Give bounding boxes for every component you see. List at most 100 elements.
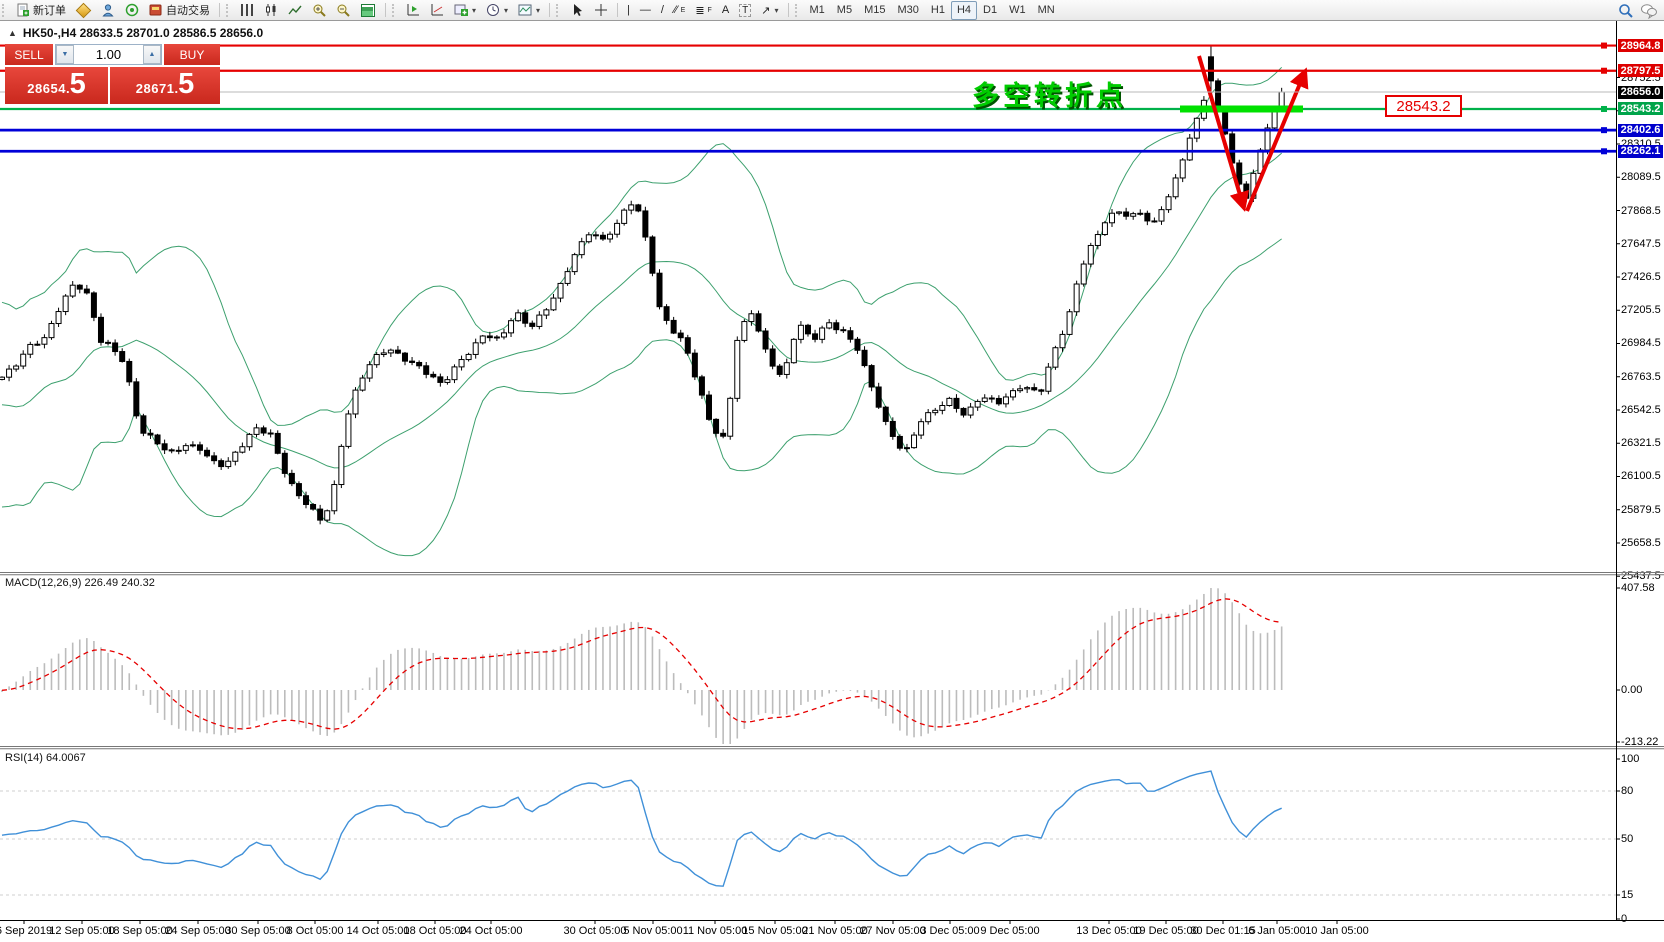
collapse-arrow-icon[interactable]: ▲ (8, 28, 17, 38)
candle-body (586, 235, 591, 242)
periods-button[interactable]: ▾ (481, 1, 513, 20)
bar-chart-button[interactable] (235, 1, 259, 20)
timeframe-W1[interactable]: W1 (1003, 1, 1032, 20)
autotrading-label: 自动交易 (166, 2, 210, 18)
zoom-in-button[interactable] (307, 1, 331, 20)
candle-body (473, 343, 478, 355)
vertical-line-tool[interactable]: | (622, 1, 635, 20)
horizontal-line-icon: — (640, 4, 651, 16)
toolbar-grip[interactable] (2, 4, 7, 17)
trend-arrow[interactable] (1247, 74, 1304, 211)
volume-down-button[interactable]: ▼ (56, 45, 74, 64)
indicators-button[interactable] (401, 1, 425, 20)
candle-body (268, 433, 273, 434)
sell-price-button[interactable]: 28654.5 (5, 67, 108, 104)
chart-annotation-text: 多空转折点 (972, 74, 1127, 113)
candle-body (402, 353, 407, 361)
timeframe-D1[interactable]: D1 (977, 1, 1003, 20)
indicator-windows-button[interactable] (425, 1, 449, 20)
channel-tool[interactable]: ⁄⁄E (669, 1, 690, 20)
symbol-header: ▲ HK50-,H4 28633.5 28701.0 28586.5 28656… (8, 26, 263, 40)
timeframe-M15[interactable]: M15 (858, 1, 891, 20)
sell-button[interactable]: SELL (5, 44, 53, 65)
templates-icon (518, 3, 532, 17)
candle-body (254, 428, 259, 435)
tile-windows-button[interactable] (355, 1, 381, 20)
one-click-trading-panel: SELL ▼ 1.00 ▲ BUY 28654.5 28671.5 (5, 44, 220, 104)
arrows-icon: ↗ (761, 4, 770, 17)
candle-body (1124, 212, 1129, 216)
candle-body (784, 363, 789, 375)
timeframe-H1[interactable]: H1 (925, 1, 951, 20)
text-label-tool[interactable]: T (734, 1, 756, 20)
bar-chart-icon (241, 4, 253, 16)
candle-body (247, 434, 252, 446)
signals-button[interactable] (120, 1, 144, 20)
candle-body (523, 313, 528, 323)
data-window-button[interactable] (96, 1, 120, 20)
candle-body (834, 323, 839, 330)
timeframe-MN[interactable]: MN (1032, 1, 1061, 20)
candle-body (501, 333, 506, 337)
arrows-tool[interactable]: ↗▾ (756, 1, 783, 20)
line-chart-button[interactable] (283, 1, 307, 20)
candle-body (35, 344, 40, 345)
volume-stepper: ▼ 1.00 ▲ (55, 44, 162, 65)
indicators-icon (406, 3, 420, 17)
volume-value[interactable]: 1.00 (74, 45, 143, 64)
volume-up-button[interactable]: ▲ (143, 45, 161, 64)
buy-price-pip: 5 (178, 71, 194, 97)
new-chart-button[interactable]: ▾ (449, 1, 481, 20)
candle-body (176, 450, 181, 451)
chat-icon[interactable] (1640, 3, 1654, 17)
cursor-tool-button[interactable] (565, 1, 589, 20)
buy-price-main: 28671 (136, 81, 175, 96)
buy-price-button[interactable]: 28671.5 (110, 67, 220, 104)
buy-button[interactable]: BUY (164, 44, 220, 65)
templates-button[interactable]: ▾ (513, 1, 545, 20)
candle-body (692, 353, 697, 377)
candle-body (487, 336, 492, 338)
timeframe-M5[interactable]: M5 (831, 1, 858, 20)
crosshair-icon (594, 3, 608, 17)
highlight-band[interactable] (1180, 105, 1303, 112)
candle-body (120, 352, 125, 362)
candle-body (678, 333, 683, 338)
candle-body (770, 349, 775, 366)
fibonacci-tool[interactable]: ≣F (690, 1, 717, 20)
timeframe-H4[interactable]: H4 (951, 1, 977, 20)
zoom-out-button[interactable] (331, 1, 355, 20)
candle-body (869, 366, 874, 387)
new-order-button[interactable]: 新订单 (11, 1, 71, 20)
candle-body (346, 414, 351, 446)
timeframe-M30[interactable]: M30 (891, 1, 924, 20)
timeframe-M1[interactable]: M1 (804, 1, 831, 20)
candle-body (56, 312, 61, 324)
cursor-icon (570, 3, 584, 17)
candle-body (1180, 160, 1185, 178)
new-chart-icon (454, 3, 468, 17)
price-tag-28262.1: 28262.1 (1618, 145, 1663, 158)
vertical-line-icon: | (627, 4, 630, 16)
candle-body (763, 331, 768, 349)
trendline-tool[interactable]: / (656, 1, 669, 20)
candle-body (890, 421, 895, 436)
candle-body (318, 509, 323, 520)
horizontal-line-objects[interactable] (0, 43, 1616, 155)
autotrading-button[interactable]: 自动交易 (144, 1, 215, 20)
candle-body (1208, 57, 1213, 81)
chart-canvas[interactable] (0, 0, 1664, 942)
crosshair-tool-button[interactable] (589, 1, 613, 20)
horizontal-line-tool[interactable]: — (635, 1, 656, 20)
candle-body (912, 435, 917, 448)
candle-body (629, 205, 634, 210)
search-icon[interactable] (1618, 3, 1632, 17)
candle-body (1095, 235, 1100, 246)
candlestick-chart-button[interactable] (259, 1, 283, 20)
candle-body (275, 433, 280, 453)
candle-body (70, 285, 75, 296)
market-watch-button[interactable] (71, 1, 96, 20)
candle-body (883, 407, 888, 421)
candle-body (113, 343, 118, 352)
text-tool[interactable]: A (717, 1, 734, 20)
